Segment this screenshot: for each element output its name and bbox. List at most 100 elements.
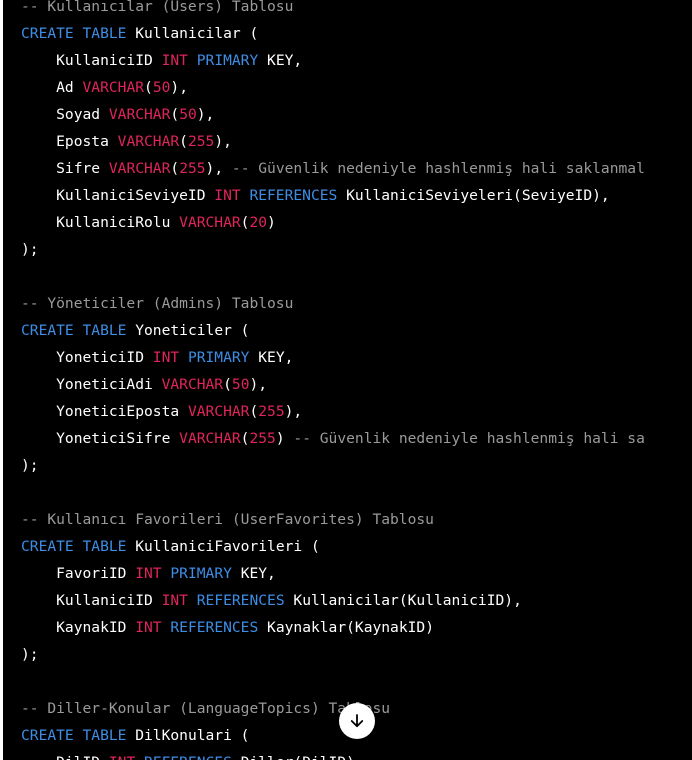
- code-token-type: VARCHAR: [161, 376, 224, 393]
- code-token-plain: );: [21, 241, 39, 258]
- code-token-type: INT: [152, 349, 180, 366]
- code-token-type: VARCHAR: [108, 106, 171, 123]
- code-token-plain: Kullanicilar(KullaniciID),: [284, 592, 522, 609]
- code-token-comment: -- Kullanıcılar (Users) Tablosu: [21, 0, 294, 15]
- code-token-plain: (: [144, 79, 153, 96]
- code-token-plain: KullaniciID: [21, 592, 162, 609]
- code-line: );: [21, 236, 645, 263]
- code-token-comment: -- Yöneticiler (Admins) Tablosu: [21, 295, 294, 312]
- code-token-type: VARCHAR: [117, 133, 180, 150]
- code-token-plain: KEY,: [249, 349, 294, 366]
- code-token-type: VARCHAR: [179, 214, 241, 231]
- code-token-keyword: TABLE: [82, 322, 127, 339]
- code-line: );: [21, 452, 645, 479]
- code-token-type: INT: [135, 619, 162, 636]
- code-token-plain: Yoneticiler (: [126, 322, 250, 339]
- code-line: KullaniciID INT PRIMARY KEY,: [21, 47, 645, 74]
- code-token-plain: KullaniciSeviyeleri(SeviyeID),: [337, 187, 610, 204]
- code-line: );: [21, 641, 645, 668]
- code-line: YoneticiID INT PRIMARY KEY,: [21, 344, 645, 371]
- code-token-keyword: REFERENCES: [144, 754, 232, 760]
- scroll-to-bottom-button[interactable]: [339, 703, 375, 739]
- code-token-type: INT: [214, 187, 241, 204]
- code-token-plain: Ad: [21, 79, 83, 96]
- code-token-plain: Soyad: [21, 106, 109, 123]
- code-token-number: 20: [249, 214, 268, 231]
- code-token-plain: Kullanicilar (: [126, 25, 259, 42]
- code-token-plain: Eposta: [21, 133, 118, 150]
- code-token-plain: (: [179, 133, 188, 150]
- code-token-plain: YoneticiAdi: [21, 376, 162, 393]
- code-token-comment: -- Güvenlik nedeniyle hashlenmiş hali sa: [293, 430, 645, 447]
- code-token-keyword: REFERENCES: [249, 187, 338, 204]
- code-token-plain: (: [170, 106, 180, 123]
- code-token-plain: );: [21, 646, 39, 663]
- code-line: -- Diller-Konular (LanguageTopics) Tablo…: [21, 695, 645, 722]
- code-token-plain: ),: [214, 133, 232, 150]
- code-line: DilID INT REFERENCES Diller(DilID),: [21, 749, 645, 760]
- code-token-plain: KEY,: [258, 52, 303, 69]
- code-line: CREATE TABLE DilKonulari (: [21, 722, 645, 749]
- code-line: Eposta VARCHAR(255),: [21, 128, 645, 155]
- code-line: FavoriID INT PRIMARY KEY,: [21, 560, 645, 587]
- code-token-keyword: CREATE: [21, 322, 74, 339]
- code-line: KullaniciSeviyeID INT REFERENCES Kullani…: [21, 182, 645, 209]
- code-token-number: 50: [231, 376, 250, 393]
- code-token-plain: );: [21, 457, 39, 474]
- code-token-plain: KullaniciID: [21, 52, 162, 69]
- code-token-plain: Sifre: [21, 160, 109, 177]
- code-token-comment: -- Kullanıcı Favorileri (UserFavorites) …: [21, 511, 434, 528]
- code-token-keyword: REFERENCES: [170, 619, 259, 636]
- code-token-keyword: CREATE: [21, 538, 74, 555]
- code-token-comment: -- Güvenlik nedeniyle hashlenmiş hali sa…: [231, 160, 645, 177]
- code-token-type: VARCHAR: [82, 79, 145, 96]
- code-token-plain: ),: [249, 376, 268, 393]
- code-token-number: 255: [187, 133, 215, 150]
- code-token-plain: YoneticiSifre: [21, 430, 180, 447]
- code-token-plain: YoneticiID: [21, 349, 153, 366]
- code-token-plain: KullaniciRolu: [21, 214, 180, 231]
- code-token-type: INT: [161, 52, 188, 69]
- code-line: -- Kullanıcılar (Users) Tablosu: [21, 0, 645, 20]
- code-line: CREATE TABLE Kullanicilar (: [21, 20, 645, 47]
- code-token-type: VARCHAR: [187, 403, 250, 420]
- code-line: Sifre VARCHAR(255), -- Güvenlik nedeniyl…: [21, 155, 645, 182]
- code-token-type: VARCHAR: [179, 430, 241, 447]
- code-token-plain: DilID: [21, 754, 109, 760]
- code-line: KaynakID INT REFERENCES Kaynaklar(Kaynak…: [21, 614, 645, 641]
- arrow-down-icon: [348, 712, 366, 730]
- code-token-number: 255: [179, 160, 206, 177]
- code-line: -- Kullanıcı Favorileri (UserFavorites) …: [21, 506, 645, 533]
- code-token-keyword: PRIMARY: [196, 52, 259, 69]
- code-token-plain: DilKonulari (: [126, 727, 250, 744]
- code-token-plain: (: [170, 160, 180, 177]
- code-token-plain: KullaniciFavorileri (: [126, 538, 320, 555]
- code-line: CREATE TABLE Yoneticiler (: [21, 317, 645, 344]
- sql-code[interactable]: -- Kullanıcılar (Users) Tablosu CREATE TA…: [21, 0, 645, 760]
- code-token-plain: ): [267, 214, 276, 231]
- code-token-keyword: CREATE: [21, 25, 74, 42]
- code-line: YoneticiSifre VARCHAR(255) -- Güvenlik n…: [21, 425, 645, 452]
- code-token-type: INT: [161, 592, 188, 609]
- code-token-plain: Diller(DilID),: [232, 754, 364, 760]
- code-token-number: 50: [152, 79, 171, 96]
- code-token-plain: ): [275, 430, 294, 447]
- code-token-plain: FavoriID: [21, 565, 136, 582]
- code-token-number: 50: [179, 106, 197, 123]
- code-line: -- Yöneticiler (Admins) Tablosu: [21, 290, 645, 317]
- code-token-plain: KaynakID: [21, 619, 136, 636]
- code-token-plain: ),: [170, 79, 188, 96]
- code-line: YoneticiEposta VARCHAR(255),: [21, 398, 645, 425]
- code-token-keyword: TABLE: [82, 538, 127, 555]
- code-token-plain: ),: [205, 160, 232, 177]
- code-token-type: VARCHAR: [108, 160, 171, 177]
